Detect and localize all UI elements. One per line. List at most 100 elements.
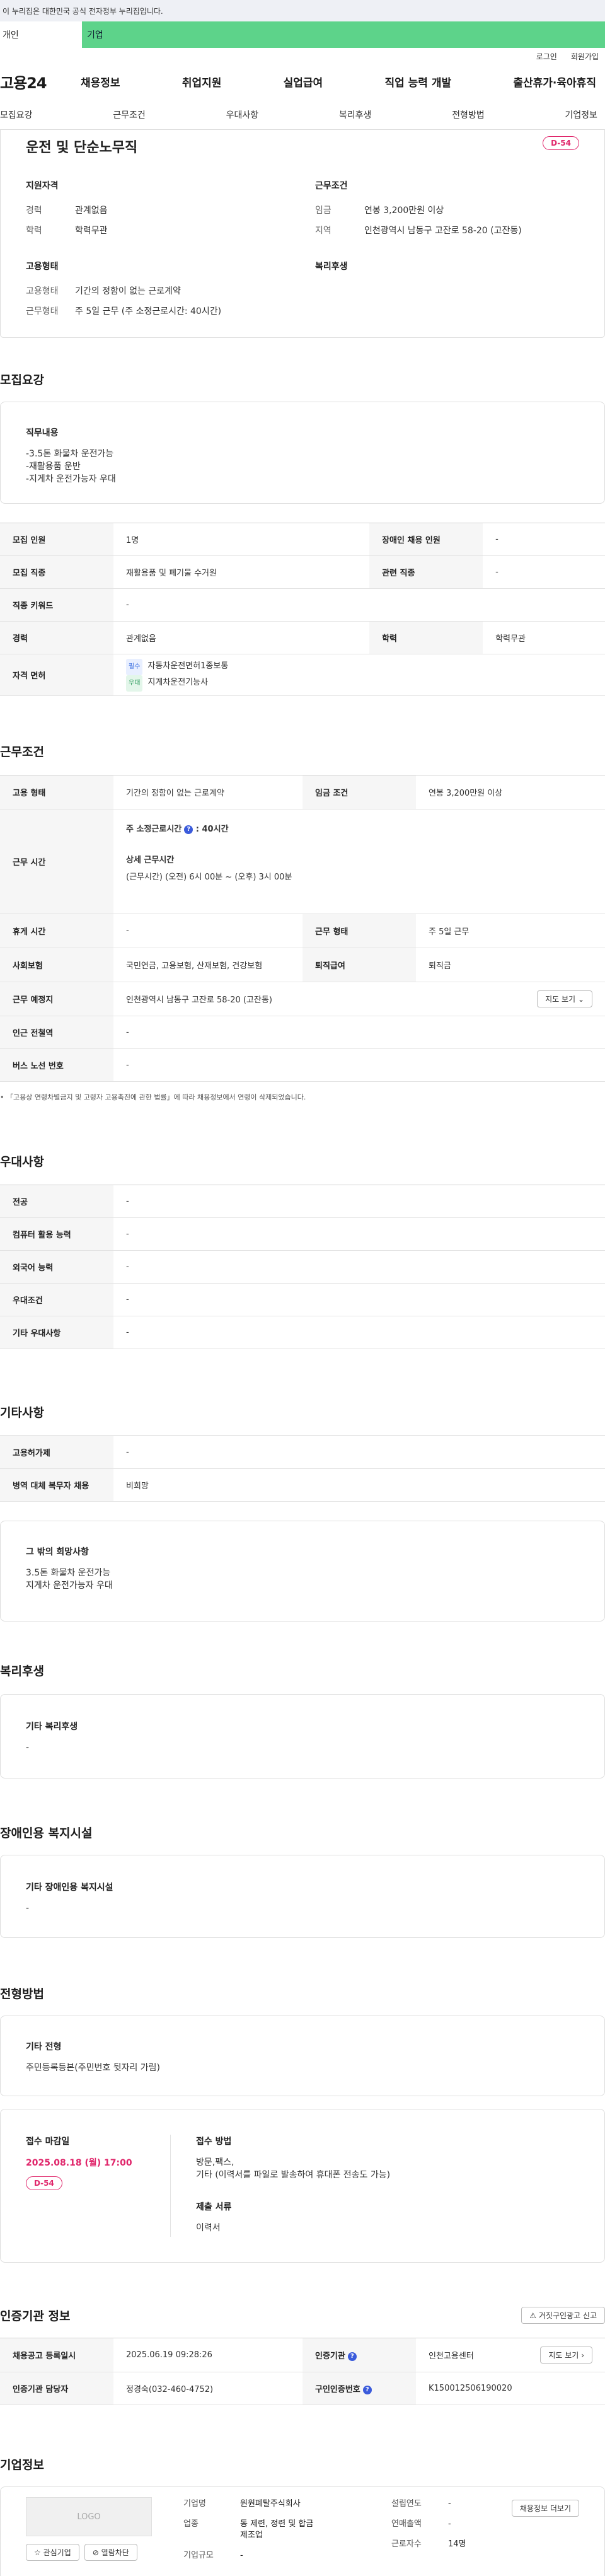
kv-key: 경력 bbox=[26, 206, 42, 216]
tab-personal[interactable]: 개인 bbox=[0, 21, 82, 48]
gnb-item-vocational-training[interactable]: 직업 능력 개발 bbox=[384, 74, 451, 90]
table-header-cell: 고용허가제 bbox=[0, 1436, 113, 1469]
table-row: 전공 - bbox=[0, 1185, 605, 1218]
company-section-title: 기업정보 bbox=[0, 2458, 44, 2472]
info-icon[interactable]: ? bbox=[362, 2385, 372, 2394]
disabled-box-title: 기타 장애인용 복지시설 bbox=[26, 1883, 113, 1893]
company-logo: LOGO bbox=[26, 2497, 152, 2536]
company-kv: 기업명 원원폐탈주식회사 bbox=[183, 2498, 391, 2510]
gnb-item-parental-leave[interactable]: 출산휴가·육아휴직 bbox=[513, 74, 596, 90]
more-jobs-button[interactable]: 채용정보 더보기 bbox=[511, 2500, 579, 2517]
company-info-left: 기업명 원원폐탈주식회사 업종 동 제련, 정련 및 합금 제조업 기업규모 - bbox=[183, 2497, 391, 2576]
table-header-cell: 채용공고 등록일시 bbox=[0, 2338, 113, 2372]
summary-welfare-title: 복리후생 bbox=[315, 262, 348, 272]
selection-box-value: 주민등록등본(주민번호 뒷자리 가림) bbox=[26, 2063, 161, 2073]
table-row: 근무 시간 주 소정근로시간? : 40시간 상세 근무시간 (근무시간) (오… bbox=[0, 809, 605, 914]
favorite-company-button[interactable]: ☆ 관심기업 bbox=[26, 2544, 79, 2561]
table-header-cell: 근무 예정지 bbox=[0, 982, 113, 1016]
work-place: 인천광역시 남동구 고잔로 58-20 (고잔동) bbox=[126, 995, 272, 1005]
chevron-right-icon: › bbox=[581, 2351, 584, 2360]
table-row: 휴게 시간 - 근무 형태 주 5일 근무 bbox=[0, 914, 605, 948]
method-block: 접수 방법 방문,팩스, 기타 (이력서를 파일로 발송하여 휴대폰 전송도 가… bbox=[171, 2135, 390, 2237]
agency-map-button[interactable]: 지도 보기 › bbox=[540, 2347, 592, 2364]
summary-kv: 임금 연봉 3,200만원 이상 bbox=[315, 200, 579, 221]
table-header-cell: 전공 bbox=[0, 1185, 113, 1218]
gnb-item-unemployment-benefit[interactable]: 실업급여 bbox=[284, 74, 323, 90]
agency-row: 인천고용센터 지도 보기 › bbox=[429, 2347, 592, 2364]
application-box: 접수 마감일 2025.08.18 (월) 17:00 D-54 접수 방법 방… bbox=[0, 2109, 605, 2263]
table-row: 기타 우대사항 - bbox=[0, 1316, 605, 1349]
tab-corporate[interactable]: 기업 bbox=[82, 21, 605, 48]
company-actions: ☆ 관심기업 ⊘ 열람차단 bbox=[26, 2544, 183, 2561]
recruit-table: 모집 인원 1명 장애인 채용 인원 - 모집 직종 재활용품 및 폐기물 수거… bbox=[0, 523, 605, 696]
login-link[interactable]: 로그인 bbox=[536, 51, 557, 62]
selection-box: 기타 전형 주민등록등본(주민번호 뒷자리 가림) bbox=[0, 2016, 605, 2096]
table-row: 버스 노선 번호 - bbox=[0, 1048, 605, 1082]
table-cell: 연봉 3,200만원 이상 bbox=[416, 775, 605, 809]
weekly-hours-label: 주 소정근로시간 bbox=[126, 825, 182, 834]
subnav-selection[interactable]: 전형방법 bbox=[452, 108, 485, 121]
section-subnav: 모집요강 근무조건 우대사항 복리후생 전형방법 기업정보 bbox=[0, 100, 605, 130]
chevron-down-icon: ⌄ bbox=[577, 995, 584, 1004]
table-header-cell: 사회보험 bbox=[0, 948, 113, 982]
conditions-table: 고용 형태 기간의 정함이 없는 근로계약 임금 조건 연봉 3,200만원 이… bbox=[0, 775, 605, 1082]
table-cell: 정경숙(032-460-4752) bbox=[113, 2372, 302, 2405]
hope-line: 지게차 운전가능자 우대 bbox=[26, 1581, 113, 1591]
duty-box: 직무내용 -3.5톤 화물차 운전가능 -재활용품 운반 -지게차 운전가능자 … bbox=[0, 402, 605, 504]
info-icon[interactable]: ? bbox=[184, 825, 193, 834]
table-header-cell: 자격 면허 bbox=[0, 654, 113, 696]
site-logo[interactable]: 고용24 bbox=[0, 71, 81, 93]
subnav-company[interactable]: 기업정보 bbox=[565, 108, 597, 121]
detail-hours: (근무시간) (오전) 6시 00분 ~ (오후) 3시 00분 bbox=[126, 873, 292, 882]
summary-qualification: 지원자격 경력 관계없음 학력 학력무관 bbox=[26, 179, 290, 241]
welfare-section-title: 복리후생 bbox=[0, 1664, 44, 1678]
subnav-recruit[interactable]: 모집요강 bbox=[0, 108, 33, 121]
table-row: 모집 직종 재활용품 및 폐기물 수거원 관련 직종 - bbox=[0, 555, 605, 589]
table-cell: 재활용품 및 폐기물 수거원 bbox=[113, 555, 370, 589]
summary-kv: 고용형태 기간의 정함이 없는 근로계약 bbox=[26, 281, 290, 301]
preference-section-title: 우대사항 bbox=[0, 1155, 44, 1169]
required-tag: 필수 bbox=[126, 658, 143, 675]
table-cell: - bbox=[113, 1436, 605, 1469]
deadline-date: 2025.08.18 (월) 17:00 bbox=[26, 2158, 132, 2168]
signup-link[interactable]: 회원가입 bbox=[571, 51, 599, 62]
table-header-cell: 직종 키워드 bbox=[0, 588, 113, 622]
subnav-welfare[interactable]: 복리후생 bbox=[339, 108, 372, 121]
deadline-dday-badge: D-54 bbox=[26, 2176, 62, 2190]
block-view-button[interactable]: ⊘ 열람차단 bbox=[84, 2544, 137, 2561]
summary-kv: 지역 인천광역시 남동구 고잔로 58-20 (고잔동) bbox=[315, 221, 579, 241]
summary-work-title: 근무조건 bbox=[315, 181, 348, 191]
table-cell: K150012506190020 bbox=[416, 2372, 605, 2405]
table-cell: 1명 bbox=[113, 523, 370, 556]
disabled-box-value: - bbox=[26, 1903, 30, 1913]
cert-header: 인증기관 정보 ⚠ 거짓구인광고 신고 bbox=[0, 2307, 605, 2324]
subnav-preference[interactable]: 우대사항 bbox=[226, 108, 259, 121]
alert-icon: ⚠ bbox=[529, 2311, 537, 2320]
job-title: 운전 및 단순노무직 bbox=[26, 140, 138, 156]
table-header-cell: 인증기관? bbox=[302, 2338, 416, 2372]
report-fake-ad-button[interactable]: ⚠ 거짓구인광고 신고 bbox=[521, 2307, 605, 2324]
age-note-text: 「고용상 연령차별금지 및 고령자 고용촉진에 관한 법률」에 따라 채용정보에… bbox=[6, 1093, 306, 1101]
info-icon[interactable]: ? bbox=[347, 2352, 357, 2361]
company-sales: - bbox=[448, 2519, 451, 2529]
table-cell: 관계없음 bbox=[113, 621, 370, 654]
table-row: 사회보험 국민연금, 고용보험, 산재보험, 건강보험 퇴직급여 퇴직금 bbox=[0, 948, 605, 982]
subnav-conditions[interactable]: 근무조건 bbox=[113, 108, 146, 121]
kv-value: 학력무관 bbox=[75, 226, 108, 236]
place-row: 인천광역시 남동구 고잔로 58-20 (고잔동) 지도 보기 ⌄ bbox=[126, 990, 592, 1007]
gnb-item-employment-support[interactable]: 취업지원 bbox=[182, 74, 222, 90]
table-row: 고용허가제 - bbox=[0, 1436, 605, 1469]
gnb-item-jobs[interactable]: 채용정보 bbox=[81, 74, 120, 90]
company-industry: 동 제련, 정련 및 합금 제조업 bbox=[240, 2519, 314, 2540]
preference-table: 전공 - 컴퓨터 활용 능력 - 외국어 능력 - 우대조건 - 기타 우대사항 - bbox=[0, 1185, 605, 1349]
company-kv: 연매출액 - bbox=[391, 2519, 517, 2530]
table-header-cell: 버스 노선 번호 bbox=[0, 1048, 113, 1082]
table-header-cell: 모집 인원 bbox=[0, 523, 113, 556]
summary-kv: 근무형태 주 5일 근무 (주 소정근로시간: 40시간) bbox=[26, 301, 290, 322]
map-view-button[interactable]: 지도 보기 ⌄ bbox=[537, 990, 592, 1007]
hope-box: 그 밖의 희망사항 3.5톤 화물차 운전가능 지게차 운전가능자 우대 bbox=[0, 1521, 605, 1622]
license-name: 자동차운전면허1종보통 bbox=[147, 661, 229, 671]
dday-badge: D-54 bbox=[543, 136, 579, 150]
kv-value: 관계없음 bbox=[75, 206, 108, 216]
table-header-cell: 외국어 능력 bbox=[0, 1250, 113, 1284]
